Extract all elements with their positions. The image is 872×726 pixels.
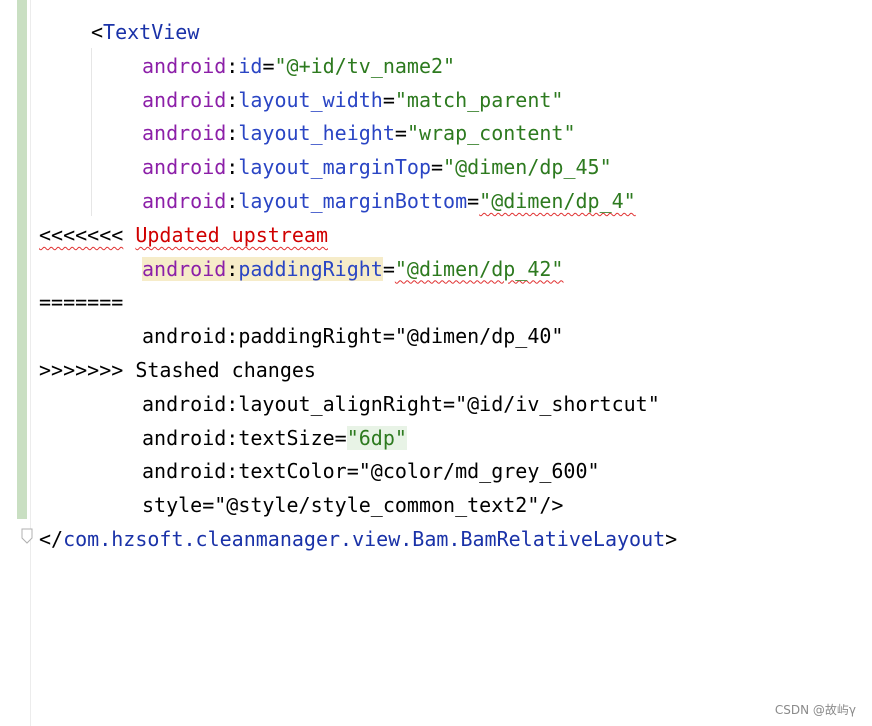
- attr-namespace: android: [142, 155, 227, 180]
- attr-name: layout_marginBottom: [238, 188, 468, 213]
- textsize-prefix: android:textSize=: [142, 425, 347, 450]
- stashed-line-text: android:paddingRight="@dimen/dp_40": [142, 324, 564, 349]
- code-line-open-tag: <TextView: [39, 16, 872, 50]
- attr-colon: :: [226, 256, 239, 281]
- attr-value: "@+id/tv_name2": [274, 53, 456, 78]
- conflict-start-marker: <<<<<<<: [39, 222, 124, 247]
- attr-name: layout_height: [238, 121, 395, 146]
- plain-line-text: style="@style/style_common_text2"/>: [142, 493, 564, 518]
- conflict-start-line: <<<<<<< Updated upstream: [39, 219, 872, 253]
- code-line-textsize: android:textSize="6dp": [39, 422, 872, 456]
- code-line-attr: android:id="@+id/tv_name2": [39, 50, 872, 84]
- attr-equals: =: [262, 53, 275, 78]
- textsize-value: "6dp": [346, 425, 407, 450]
- code-line-attr: android:layout_height="wrap_content": [39, 117, 872, 151]
- code-line-close-tag: </com.hzsoft.cleanmanager.view.Bam.BamRe…: [39, 523, 872, 557]
- conflict-separator-text: =======: [39, 290, 124, 315]
- attr-namespace: android: [142, 53, 227, 78]
- tag-name: TextView: [103, 20, 200, 44]
- watermark: CSDN @故屿γ: [774, 703, 856, 717]
- fold-marker-icon[interactable]: [21, 528, 33, 544]
- code-line-attr: android:layout_marginTop="@dimen/dp_45": [39, 151, 872, 185]
- attr-namespace: android: [142, 121, 227, 146]
- code-line-stashed: android:paddingRight="@dimen/dp_40": [39, 320, 872, 354]
- tag-bracket: <: [91, 20, 104, 44]
- tag-bracket: </: [39, 526, 64, 551]
- code-line-upstream-attr: android:paddingRight="@dimen/dp_42": [39, 253, 872, 287]
- tag-bracket: >: [665, 526, 678, 551]
- attr-namespace: android: [142, 188, 227, 213]
- plain-line-text: android:textColor="@color/md_grey_600": [142, 459, 600, 484]
- attr-colon: :: [226, 155, 239, 180]
- attr-value: "wrap_content": [406, 121, 576, 146]
- attr-namespace: android: [142, 87, 227, 112]
- attr-equals: =: [467, 188, 480, 213]
- code-line-plain: android:textColor="@color/md_grey_600": [39, 455, 872, 489]
- attr-colon: :: [226, 121, 239, 146]
- code-line-plain: style="@style/style_common_text2"/>: [39, 489, 872, 523]
- plain-line-text: android:layout_alignRight="@id/iv_shortc…: [142, 391, 660, 416]
- attr-name: paddingRight: [238, 256, 383, 281]
- attr-colon: :: [226, 87, 239, 112]
- conflict-end-text: >>>>>>> Stashed changes: [39, 357, 316, 382]
- attr-value: "@dimen/dp_42": [394, 256, 564, 281]
- attr-value: "match_parent": [394, 87, 564, 112]
- code-line-attr: android:layout_width="match_parent": [39, 84, 872, 118]
- attr-equals: =: [431, 155, 444, 180]
- attr-colon: :: [226, 188, 239, 213]
- attr-name: layout_width: [238, 87, 383, 112]
- vcs-change-bar[interactable]: [17, 0, 27, 519]
- attr-equals: =: [382, 87, 395, 112]
- attr-equals: =: [382, 256, 395, 281]
- attr-value: "@dimen/dp_4": [479, 188, 636, 213]
- attr-colon: :: [226, 53, 239, 78]
- conflict-start-label: Updated upstream: [135, 222, 328, 247]
- code-editor[interactable]: <TextView android:id="@+id/tv_name2" and…: [39, 16, 872, 557]
- attr-name: layout_marginTop: [238, 155, 431, 180]
- tag-name: com.hzsoft.cleanmanager.view.Bam.BamRela…: [63, 526, 666, 551]
- conflict-separator: =======: [39, 286, 872, 320]
- attr-value: "@dimen/dp_45": [443, 155, 612, 180]
- attr-name: id: [238, 53, 263, 78]
- conflict-end-line: >>>>>>> Stashed changes: [39, 354, 872, 388]
- code-line-attr: android:layout_marginBottom="@dimen/dp_4…: [39, 185, 872, 219]
- attr-equals: =: [394, 121, 407, 146]
- attr-namespace: android: [142, 256, 227, 281]
- code-line-plain: android:layout_alignRight="@id/iv_shortc…: [39, 388, 872, 422]
